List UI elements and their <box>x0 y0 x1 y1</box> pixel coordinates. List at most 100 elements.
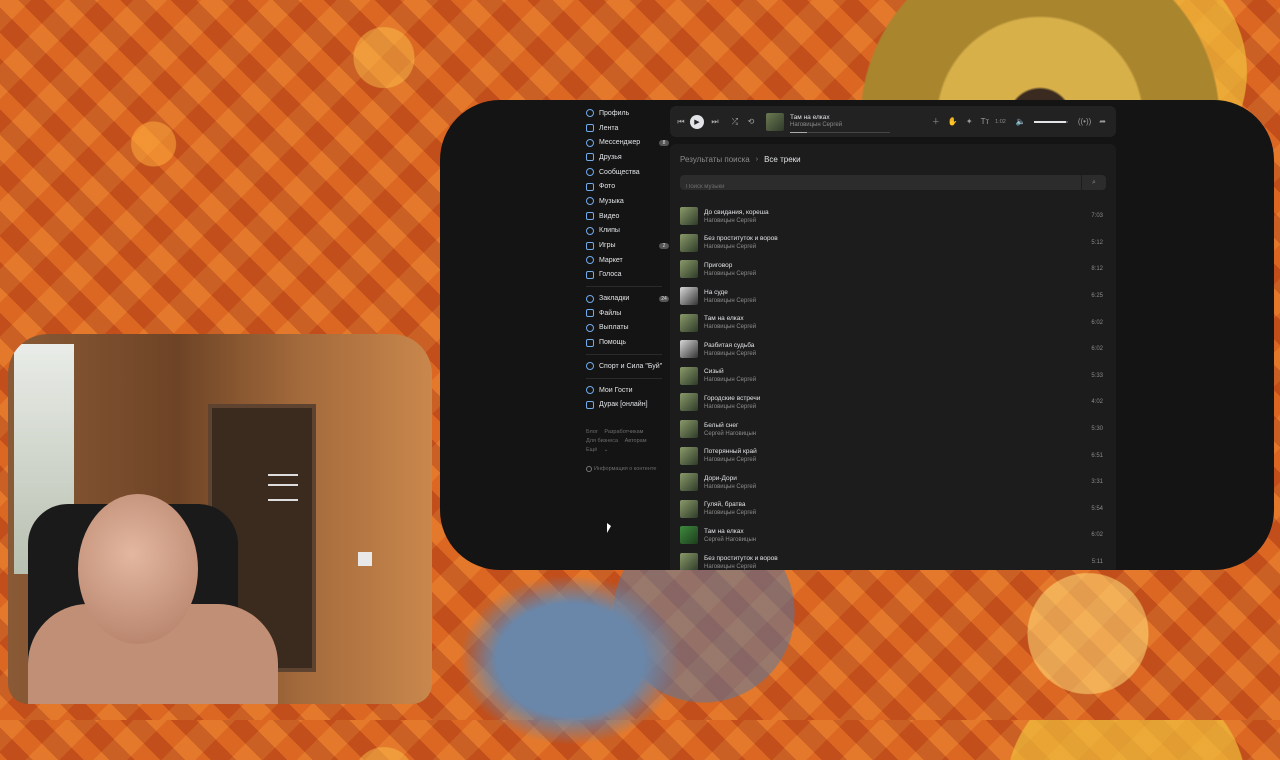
sidebar-item-items-2[interactable]: Мессенджер 8 <box>586 135 669 150</box>
track-row[interactable]: Приговор Наговицын Сергей 8:12 <box>680 256 1106 283</box>
track-row[interactable]: Городские встречи Наговицын Сергей 4:02 <box>680 389 1106 416</box>
sidebar-item-items2-2[interactable]: Выплаты <box>586 321 666 336</box>
track-artist[interactable]: Наговицын Сергей <box>704 298 756 304</box>
sidebar-item-items-4[interactable]: Сообщества <box>586 165 666 180</box>
footer-link-business[interactable]: Для бизнеса <box>586 438 618 444</box>
sidebar-item-items-8[interactable]: Клипы <box>586 224 666 239</box>
track-title[interactable]: Там на елках <box>704 528 756 535</box>
track-title[interactable]: Сизый <box>704 368 756 375</box>
sidebar-item-items-9[interactable]: Игры 2 <box>586 238 669 253</box>
track-artist[interactable]: Наговицын Сергей <box>704 484 756 490</box>
track-artist[interactable]: Сергей Наговицын <box>704 537 756 543</box>
track-cover[interactable] <box>680 287 698 306</box>
track-title[interactable]: Гуляй, братва <box>704 501 756 508</box>
track-artist[interactable]: Наговицын Сергей <box>704 564 778 570</box>
recommendations-icon[interactable]: ✦ <box>966 117 973 126</box>
next-track-icon[interactable]: ⏭ <box>710 117 720 127</box>
track-title[interactable]: Городские встречи <box>704 395 760 402</box>
sidebar-item-items-5[interactable]: Фото <box>586 179 666 194</box>
volume-icon[interactable]: 🔈 <box>1016 117 1026 126</box>
previous-track-icon[interactable]: ⏮ <box>676 117 686 127</box>
current-track-cover[interactable] <box>766 112 784 131</box>
footer-link-authors[interactable]: Авторам <box>625 438 647 444</box>
track-artist[interactable]: Сергей Наговицын <box>704 431 756 437</box>
track-row[interactable]: Без проституток и воров Наговицын Сергей 5… <box>680 230 1106 257</box>
add-icon[interactable]: ＋ <box>932 116 940 127</box>
track-title[interactable]: Белый снег <box>704 422 756 429</box>
sidebar-item-items-7[interactable]: Видео <box>586 209 666 224</box>
sidebar-item-items-6[interactable]: Музыка <box>586 194 666 209</box>
footer-link-developers[interactable]: Разработчикам <box>604 429 643 435</box>
track-cover[interactable] <box>680 313 698 332</box>
track-title[interactable]: Там на елках <box>704 315 756 322</box>
broadcast-icon[interactable]: ((•)) <box>1078 117 1091 126</box>
sidebar-item-items-0[interactable]: Профиль <box>586 106 666 121</box>
track-row[interactable]: На суде Наговицын Сергей 6:25 <box>680 283 1106 310</box>
share-icon[interactable]: ➦ <box>1099 117 1106 126</box>
sidebar-item-items-11[interactable]: Голоса <box>586 268 666 283</box>
track-artist[interactable]: Наговицын Сергей <box>704 510 756 516</box>
track-artist[interactable]: Наговицын Сергей <box>704 457 757 463</box>
footer-link-more[interactable]: Ещё ⌄ <box>586 447 608 453</box>
playback-progress-bar[interactable] <box>790 131 890 133</box>
track-title[interactable]: Потерянный край <box>704 448 757 455</box>
track-row[interactable]: Белый снег Сергей Наговицын 5:30 <box>680 416 1106 443</box>
track-row[interactable]: Гуляй, братва Наговицын Сергей 5:54 <box>680 496 1106 523</box>
track-artist[interactable]: Наговицын Сергей <box>704 404 760 410</box>
track-cover[interactable] <box>680 499 698 518</box>
sidebar-item-items3-0[interactable]: Спорт и Сила "Буй" <box>586 359 666 374</box>
track-cover[interactable] <box>680 446 698 465</box>
sidebar-item-items4-1[interactable]: Дурак [онлайн] <box>586 397 666 412</box>
track-row[interactable]: До свидания, кореша Наговицын Сергей 7:03 <box>680 203 1106 230</box>
track-row[interactable]: Дори-Дори Наговицын Сергей 3:31 <box>680 469 1106 496</box>
track-row[interactable]: Без проституток и воров Наговицын Сергей 5… <box>680 549 1106 570</box>
track-cover[interactable] <box>680 393 698 412</box>
track-artist[interactable]: Наговицын Сергей <box>704 324 756 330</box>
track-cover[interactable] <box>680 420 698 439</box>
track-cover[interactable] <box>680 233 698 252</box>
track-artist[interactable]: Наговицын Сергей <box>704 351 756 357</box>
track-cover[interactable] <box>680 207 698 226</box>
track-title[interactable]: Без проституток и воров <box>704 555 778 562</box>
track-row[interactable]: Там на елках Сергей Наговицын 6:02 <box>680 522 1106 549</box>
current-track-info[interactable]: Там на елках Наговицын Сергей <box>790 110 900 134</box>
track-title[interactable]: Разбитая судьба <box>704 342 756 349</box>
track-artist[interactable]: Наговицын Сергей <box>704 218 769 224</box>
track-artist[interactable]: Наговицын Сергей <box>704 271 756 277</box>
lyrics-icon[interactable]: Tт <box>981 117 990 126</box>
track-cover[interactable] <box>680 366 698 385</box>
track-title[interactable]: Дори-Дори <box>704 475 756 482</box>
track-artist[interactable]: Наговицын Сергей <box>704 377 756 383</box>
sidebar-item-items4-0[interactable]: Мои Гости <box>586 383 666 398</box>
track-title[interactable]: До свидания, кореша <box>704 209 769 216</box>
track-title[interactable]: Без проституток и воров <box>704 235 778 242</box>
sidebar-item-items2-3[interactable]: Помощь <box>586 335 666 350</box>
breadcrumb-parent[interactable]: Результаты поиска <box>680 155 750 164</box>
sidebar-item-items-10[interactable]: Маркет <box>586 253 666 268</box>
track-cover[interactable] <box>680 260 698 279</box>
sidebar-item-items-1[interactable]: Лента <box>586 121 666 136</box>
track-cover[interactable] <box>680 473 698 492</box>
play-button[interactable]: ▶ <box>690 114 704 129</box>
track-cover[interactable] <box>680 340 698 359</box>
shuffle-icon[interactable]: ⤮ <box>730 117 740 127</box>
search-icon[interactable]: ⌕ <box>1081 175 1106 190</box>
repeat-icon[interactable]: ⟲ <box>746 117 756 127</box>
track-artist[interactable]: Наговицын Сергей <box>704 244 778 250</box>
track-row[interactable]: Разбитая судьба Наговицын Сергей 6:02 <box>680 336 1106 363</box>
content-info-link[interactable]: Информация о контенте <box>586 466 656 472</box>
music-search-input[interactable] <box>680 179 1072 195</box>
track-row[interactable]: Потерянный край Наговицын Сергей 6:51 <box>680 442 1106 469</box>
sidebar-item-items2-1[interactable]: Файлы <box>586 306 666 321</box>
track-row[interactable]: Там на елках Наговицын Сергей 6:02 <box>680 309 1106 336</box>
sidebar-item-items2-0[interactable]: Закладки 24 <box>586 291 669 306</box>
track-title[interactable]: Приговор <box>704 262 756 269</box>
dislike-icon[interactable]: ✋ <box>948 117 958 126</box>
track-cover[interactable] <box>680 553 698 570</box>
sidebar-item-items-3[interactable]: Друзья <box>586 150 666 165</box>
footer-link-blog[interactable]: Блог <box>586 429 598 435</box>
volume-slider[interactable] <box>1033 120 1068 123</box>
track-row[interactable]: Сизый Наговицын Сергей 5:33 <box>680 363 1106 390</box>
track-cover[interactable] <box>680 526 698 545</box>
track-title[interactable]: На суде <box>704 289 756 296</box>
